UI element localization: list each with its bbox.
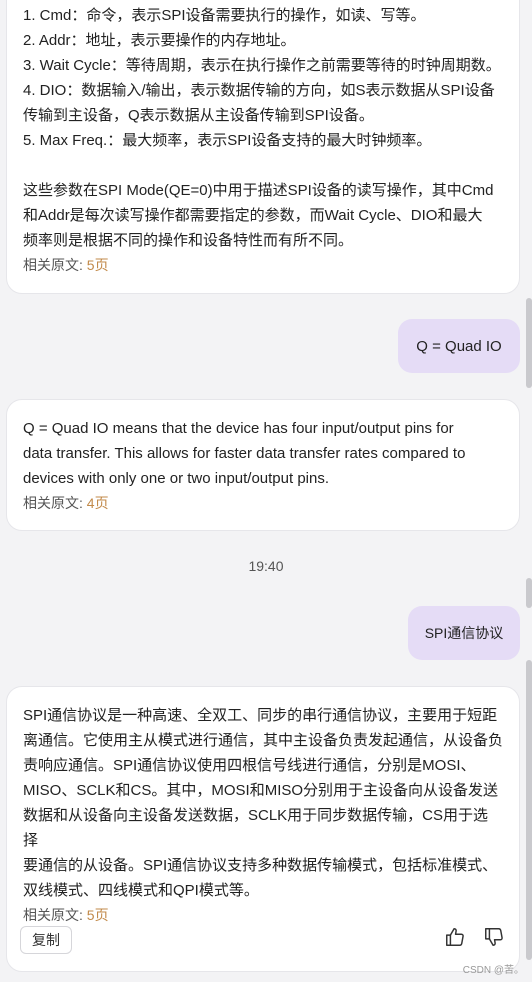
message-line: 这些参数在SPI Mode(QE=0)中用于描述SPI设备的读写操作，其中Cmd bbox=[23, 182, 494, 199]
source-page-link[interactable]: 5页 bbox=[87, 257, 109, 273]
thumbs-down-icon[interactable] bbox=[483, 926, 505, 948]
message-line: MISO、SCLK和CS。其中，MOSI和MISO分别用于主设备向从设备发送 bbox=[23, 782, 499, 799]
watermark: CSDN @苦。 bbox=[462, 965, 524, 976]
timestamp: 19:40 bbox=[248, 558, 284, 574]
copy-button[interactable]: 复制 bbox=[20, 926, 72, 954]
bot-message-2: Q = Quad IO means that the device has fo… bbox=[6, 399, 520, 531]
user-message-text: SPI通信协议 bbox=[424, 625, 504, 641]
message-line: 责响应通信。SPI通信协议使用四根信号线进行通信，分别是MOSI、 bbox=[23, 757, 476, 774]
message-line: 数据和从设备向主设备发送数据，SCLK用于同步数据传输，CS用于选择 bbox=[23, 807, 489, 849]
message-line: 离通信。它使用主从模式进行通信，其中主设备负责发起通信，从设备负 bbox=[23, 732, 504, 749]
message-line: Q = Quad IO means that the device has fo… bbox=[23, 420, 454, 437]
message-line: 4. DIO：数据输入/输出，表示数据传输的方向，如S表示数据从SPI设备 bbox=[23, 82, 495, 99]
message-line: 3. Wait Cycle：等待周期，表示在执行操作之前需要等待的时钟周期数。 bbox=[23, 57, 501, 74]
message-line: 2. Addr：地址，表示要操作的内存地址。 bbox=[23, 32, 296, 49]
thumbs-up-icon[interactable] bbox=[444, 926, 466, 948]
message-line: 双线模式、四线模式和QPI模式等。 bbox=[23, 882, 259, 899]
source-reference: 相关原文: 5页 bbox=[23, 253, 503, 278]
scrollbar-thumb[interactable] bbox=[526, 298, 532, 388]
message-line: 和Addr是每次读写操作都需要指定的参数，而Wait Cycle、DIO和最大 bbox=[23, 207, 483, 224]
message-line: 5. Max Freq.：最大频率，表示SPI设备支持的最大时钟频率。 bbox=[23, 132, 432, 149]
user-message-2: SPI通信协议 bbox=[408, 606, 520, 660]
bot-message-3: SPI通信协议是一种高速、全双工、同步的串行通信协议，主要用于短距 离通信。它使… bbox=[6, 686, 520, 972]
message-line: 要通信的从设备。SPI通信协议支持多种数据传输模式，包括标准模式、 bbox=[23, 857, 498, 874]
source-page-link[interactable]: 5页 bbox=[87, 907, 109, 923]
user-message-text: Q = Quad IO bbox=[416, 337, 502, 355]
message-line: data transfer. This allows for faster da… bbox=[23, 445, 466, 462]
source-page-link[interactable]: 4页 bbox=[87, 495, 109, 511]
source-reference-label: 相关原文: bbox=[23, 257, 87, 273]
scrollbar-thumb[interactable] bbox=[526, 578, 532, 608]
message-line: 频率则是根据不同的操作和设备特性而有所不同。 bbox=[23, 232, 354, 249]
user-message-1: Q = Quad IO bbox=[398, 319, 520, 373]
message-line: devices with only one or two input/outpu… bbox=[23, 470, 330, 487]
scrollbar-thumb[interactable] bbox=[526, 660, 532, 960]
source-reference: 相关原文: 4页 bbox=[23, 491, 503, 516]
source-reference-label: 相关原文: bbox=[23, 495, 87, 511]
source-reference-label: 相关原文: bbox=[23, 907, 87, 923]
bot-message-1: 1. Cmd：命令，表示SPI设备需要执行的操作，如读、写等。 2. Addr：… bbox=[6, 0, 520, 294]
source-reference: 相关原文: 5页 bbox=[23, 903, 503, 928]
message-line: 1. Cmd：命令，表示SPI设备需要执行的操作，如读、写等。 bbox=[23, 7, 426, 24]
message-line: SPI通信协议是一种高速、全双工、同步的串行通信协议，主要用于短距 bbox=[23, 707, 498, 724]
message-line: 传输到主设备，Q表示数据从主设备传输到SPI设备。 bbox=[23, 107, 374, 124]
